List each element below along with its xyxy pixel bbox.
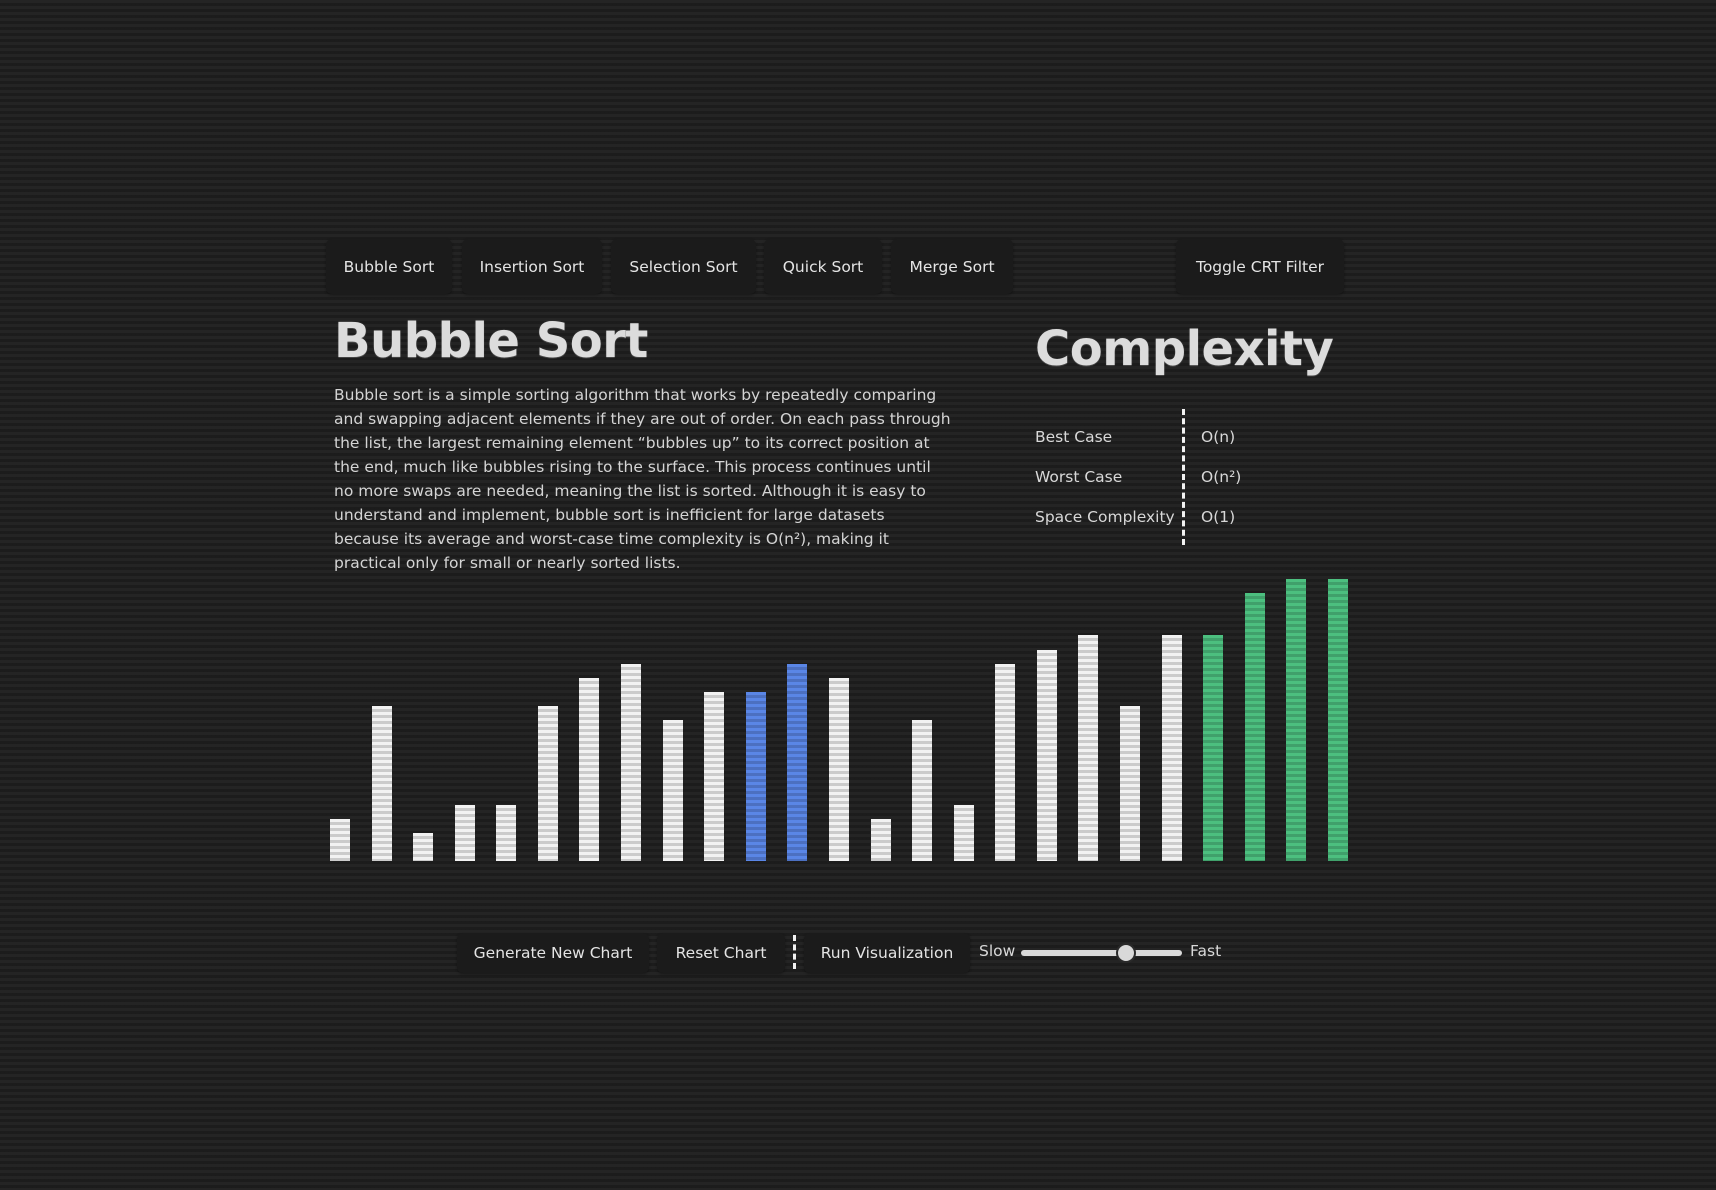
tab-quick-sort[interactable]: Quick Sort — [764, 239, 882, 294]
space-complexity-value: O(1) — [1201, 508, 1236, 526]
chart-bar-23 — [1244, 593, 1265, 861]
best-case-value: O(n) — [1201, 428, 1236, 446]
tab-merge-sort[interactable]: Merge Sort — [891, 239, 1013, 294]
bar-chart — [326, 579, 1348, 861]
chart-bar-3 — [413, 832, 434, 861]
chart-bar-1 — [330, 818, 350, 861]
chart-bar-18 — [1036, 649, 1057, 861]
chart-bar-9 — [662, 720, 683, 861]
chart-bar-7 — [579, 677, 600, 861]
generate-new-chart-button[interactable]: Generate New Chart — [457, 933, 649, 973]
algorithm-description: Bubble sort is a simple sorting algorith… — [334, 386, 951, 572]
run-visualization-button[interactable]: Run Visualization — [804, 933, 970, 973]
chart-bar-5 — [496, 804, 517, 861]
controls-bar: Generate New Chart Reset Chart Run Visua… — [326, 933, 1344, 973]
chart-bar-16 — [953, 804, 974, 861]
chart-bar-12 — [787, 663, 808, 861]
chart-bar-17 — [995, 663, 1016, 861]
algorithm-tabs: Bubble Sort Insertion Sort Selection Sor… — [326, 239, 1344, 294]
complexity-divider — [1182, 409, 1185, 545]
sorting-visualizer: Bubble Sort Insertion Sort Selection Sor… — [326, 239, 1348, 979]
worst-case-value: O(n²) — [1201, 468, 1242, 486]
tab-insertion-sort[interactable]: Insertion Sort — [462, 239, 602, 294]
chart-bar-21 — [1161, 635, 1182, 861]
chart-bar-13 — [828, 677, 849, 861]
chart-bar-4 — [454, 804, 475, 861]
toggle-crt-filter-button[interactable]: Toggle CRT Filter — [1176, 239, 1344, 294]
fast-label: Fast — [1190, 942, 1222, 960]
worst-case-label: Worst Case — [1035, 468, 1123, 486]
reset-chart-button[interactable]: Reset Chart — [657, 933, 785, 973]
slow-label: Slow — [979, 942, 1016, 960]
chart-bar-15 — [912, 720, 933, 861]
space-complexity-label: Space Complexity — [1035, 508, 1175, 526]
chart-bar-6 — [537, 705, 558, 861]
tab-selection-sort[interactable]: Selection Sort — [611, 239, 756, 294]
chart-bar-25 — [1327, 579, 1348, 861]
speed-slider[interactable] — [1021, 943, 1182, 963]
chart-bar-20 — [1120, 705, 1141, 861]
complexity-title: Complexity — [1035, 321, 1334, 377]
chart-bar-8 — [621, 663, 642, 861]
speed-slider-thumb[interactable] — [1115, 943, 1136, 963]
chart-bar-14 — [870, 818, 891, 861]
algorithm-title: Bubble Sort — [334, 313, 648, 369]
chart-bar-10 — [704, 691, 725, 861]
best-case-label: Best Case — [1035, 428, 1113, 446]
chart-bar-24 — [1286, 579, 1307, 861]
speed-slider-track[interactable] — [1021, 950, 1182, 956]
chart-bar-22 — [1203, 635, 1224, 861]
chart-bar-11 — [745, 691, 766, 861]
tab-bubble-sort[interactable]: Bubble Sort — [326, 239, 452, 294]
controls-divider — [793, 935, 796, 969]
chart-bar-19 — [1078, 635, 1099, 861]
chart-bar-2 — [371, 705, 392, 861]
